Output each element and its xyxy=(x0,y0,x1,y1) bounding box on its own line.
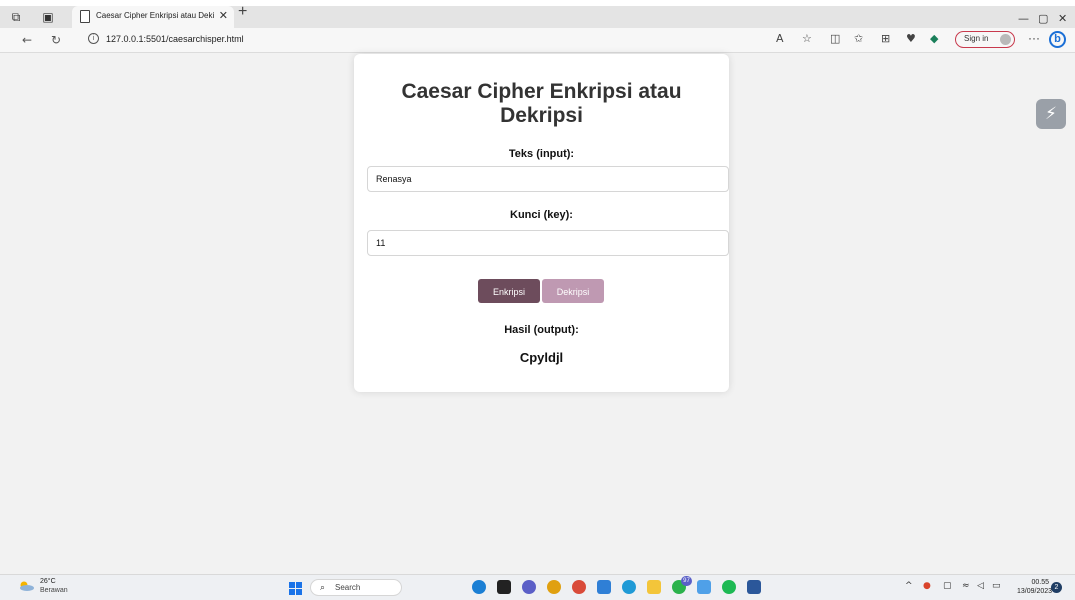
output-label: Hasil (output): xyxy=(504,324,579,336)
close-tab-icon[interactable]: ✕ xyxy=(219,9,228,22)
close-window-icon[interactable]: ✕ xyxy=(1058,12,1067,25)
chat-icon[interactable] xyxy=(522,580,536,594)
favorite-star-icon[interactable]: ☆ xyxy=(802,32,812,45)
notification-badge: 97 xyxy=(681,576,692,586)
app-icon[interactable] xyxy=(697,580,711,594)
page-title-line1: Caesar Cipher Enkripsi atau xyxy=(401,80,682,103)
page-title: Caesar Cipher Enkripsi atau Dekripsi xyxy=(354,80,729,128)
sign-in-button[interactable]: Sign in xyxy=(955,31,1015,48)
search-label: Search xyxy=(335,583,361,592)
volume-icon[interactable]: ◁ xyxy=(977,581,984,591)
bing-icon[interactable]: b xyxy=(1049,31,1066,48)
chrome-icon[interactable] xyxy=(547,580,561,594)
favorites-icon[interactable]: ✩ xyxy=(854,32,863,45)
chevron-up-icon[interactable]: ^ xyxy=(905,581,913,591)
lightning-extension-icon[interactable]: ⚡ xyxy=(1036,99,1066,129)
back-icon[interactable]: ← xyxy=(22,33,32,47)
file-explorer-icon[interactable] xyxy=(647,580,661,594)
document-icon xyxy=(80,10,90,23)
split-screen-icon[interactable]: ◫ xyxy=(830,32,840,45)
battery-icon[interactable]: ▭ xyxy=(992,581,1001,591)
collections-icon[interactable]: ⊞ xyxy=(881,32,890,45)
text-input[interactable] xyxy=(367,166,729,192)
key-input[interactable] xyxy=(367,230,729,256)
input-label: Teks (input): xyxy=(508,148,575,160)
more-options-icon[interactable]: ··· xyxy=(1028,31,1040,45)
info-icon[interactable]: i xyxy=(88,33,99,44)
taskbar-search[interactable]: ⌕ Search xyxy=(310,579,402,596)
clock-time: 00.55 xyxy=(1031,579,1049,586)
tab-active[interactable]: Caesar Cipher Enkripsi atau Deki ✕ xyxy=(72,6,234,28)
windows-start-icon[interactable] xyxy=(289,582,303,596)
search-icon: ⌕ xyxy=(320,582,326,592)
clock[interactable]: 00.55 13/09/2023 xyxy=(1017,578,1053,596)
restore-icon[interactable]: ▢ xyxy=(1038,12,1048,25)
page-title-line2: Dekripsi xyxy=(500,104,583,127)
encrypt-button[interactable]: Enkripsi xyxy=(478,279,540,303)
minimize-icon[interactable]: — xyxy=(1018,12,1029,25)
avatar-icon xyxy=(1000,34,1011,45)
sign-in-label: Sign in xyxy=(964,34,989,43)
url-text[interactable]: 127.0.0.1:5501/caesarchisper.html xyxy=(106,34,244,44)
key-label: Kunci (key): xyxy=(510,209,573,221)
spotify-icon[interactable] xyxy=(722,580,736,594)
workspaces-icon[interactable]: ⧉ xyxy=(8,9,24,25)
copilot-icon[interactable]: ♥ xyxy=(906,32,916,45)
temperature: 26°C xyxy=(40,578,56,585)
tray-icon[interactable]: ▢ xyxy=(943,581,952,591)
taskbar: 26°C Berawan ⌕ Search 97 ^ ● ▢ ≈ ◁ ▭ 00.… xyxy=(0,574,1075,600)
decrypt-button[interactable]: Dekripsi xyxy=(542,279,604,303)
cipher-card: Caesar Cipher Enkripsi atau Dekripsi Tek… xyxy=(354,54,729,392)
bing-app-icon[interactable] xyxy=(472,580,486,594)
new-tab-button[interactable]: + xyxy=(238,4,247,20)
read-aloud-icon[interactable]: A xyxy=(776,32,784,45)
edge-icon[interactable] xyxy=(622,580,636,594)
tray-app-icon[interactable]: ● xyxy=(923,581,931,591)
wifi-icon[interactable]: ≈ xyxy=(962,581,970,591)
refresh-icon[interactable]: ↻ xyxy=(51,33,61,47)
tab-title: Caesar Cipher Enkripsi atau Deki xyxy=(96,11,215,20)
weather-condition: Berawan xyxy=(40,587,68,594)
extension-icon[interactable]: ◆ xyxy=(930,32,938,45)
word-icon[interactable] xyxy=(747,580,761,594)
chrome-profile-icon[interactable] xyxy=(572,580,586,594)
cloud-icon[interactable] xyxy=(18,581,34,591)
output-value: Cpyldjl xyxy=(519,350,564,365)
vscode-icon[interactable] xyxy=(597,580,611,594)
tab-actions-icon[interactable]: ▣ xyxy=(40,9,56,25)
address-bar: ← ↻ i 127.0.0.1:5501/caesarchisper.html … xyxy=(0,28,1075,53)
clock-date: 13/09/2023 xyxy=(1017,588,1053,595)
notification-icon[interactable]: 2 xyxy=(1051,582,1062,593)
task-view-icon[interactable] xyxy=(497,580,511,594)
